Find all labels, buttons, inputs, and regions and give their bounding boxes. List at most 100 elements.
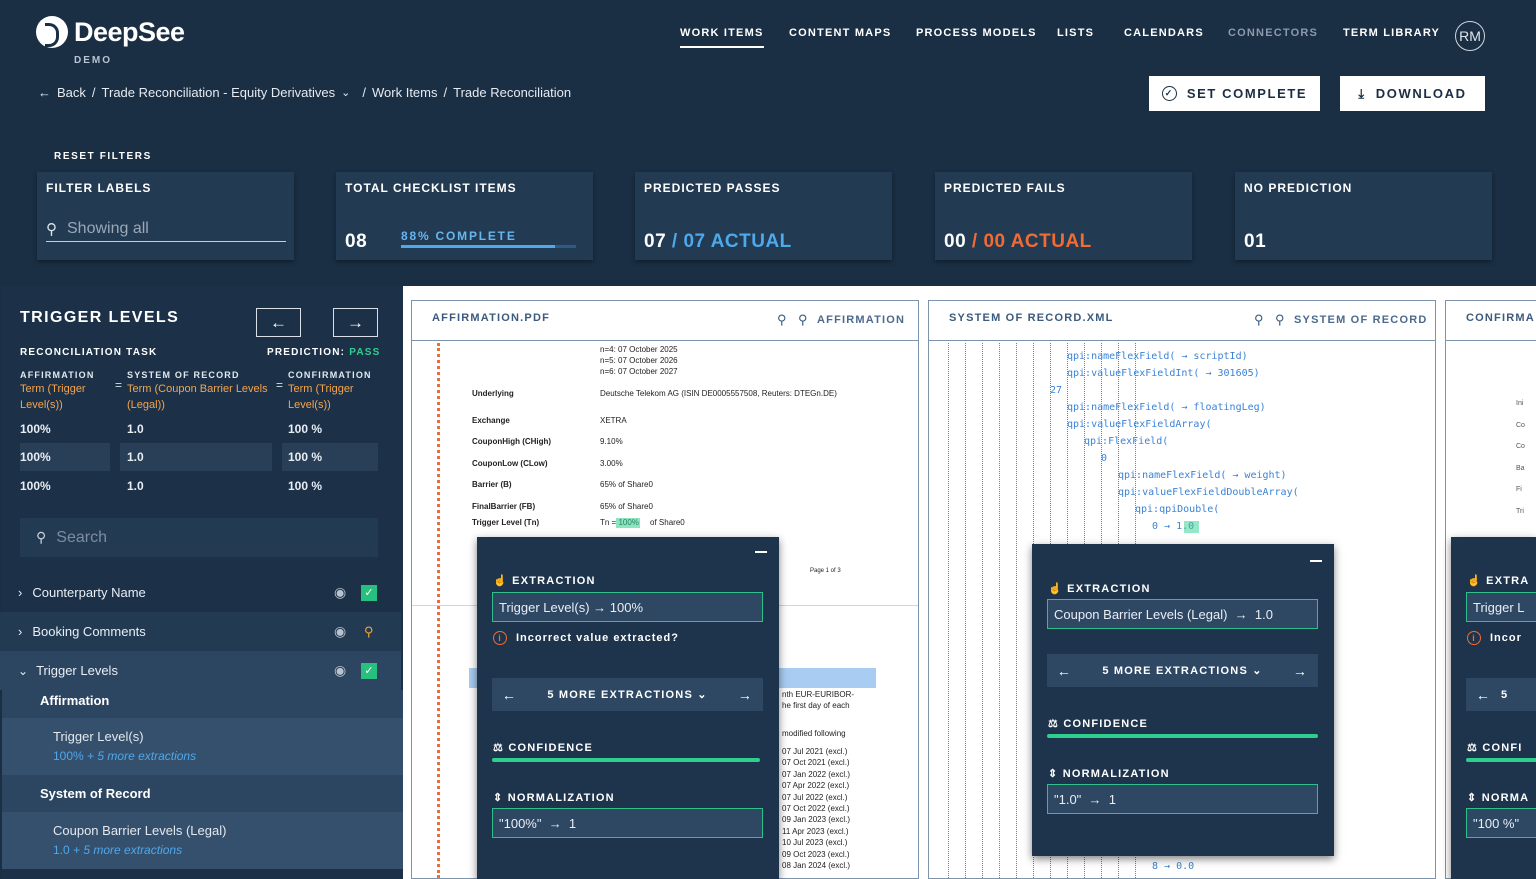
minimize-icon[interactable] xyxy=(755,551,767,553)
normalization-value-field[interactable]: "1.0" → 1 xyxy=(1047,784,1318,814)
scale-icon: ⚖ xyxy=(493,742,505,754)
next-item-button[interactable]: → xyxy=(333,308,378,337)
user-avatar[interactable]: RM xyxy=(1455,21,1485,51)
filter-labels-title: FILTER LABELS xyxy=(46,181,152,195)
reset-filters-link[interactable]: RESET FILTERS xyxy=(54,151,152,162)
nav-term-library[interactable]: TERM LIBRARY xyxy=(1343,27,1440,39)
euribor-text: nth EUR-EURIBOR- he first day of each xyxy=(782,689,854,711)
arrow-right-icon: → xyxy=(347,312,364,332)
set-complete-button[interactable]: ✓ SET COMPLETE xyxy=(1149,76,1320,111)
hand-icon: ☝ xyxy=(1048,583,1063,595)
indent-guide-line xyxy=(982,343,983,878)
checkbox-checked-icon[interactable]: ✓ xyxy=(361,662,377,679)
more-extractions-label[interactable]: 5 xyxy=(1501,689,1508,701)
predicted-fails-card[interactable]: PREDICTED FAILS 00 / 00 ACTUAL xyxy=(935,172,1192,260)
arrow-right-icon[interactable]: → xyxy=(728,687,763,703)
normalization-value-field[interactable]: "100%" → 1 xyxy=(492,808,763,838)
arrow-left-icon[interactable]: ← xyxy=(1047,663,1082,679)
scale-icon: ⚖ xyxy=(1048,718,1060,730)
more-extractions-toggle[interactable]: 5 MORE EXTRACTIONS ⌄ xyxy=(1082,664,1283,677)
breadcrumb-project[interactable]: Trade Reconciliation - Equity Derivative… xyxy=(102,85,336,100)
extraction-value-field[interactable]: Trigger Level(s) → 100% xyxy=(492,592,763,622)
system-of-record-file-name: SYSTEM OF RECORD.XML xyxy=(949,312,1114,324)
eye-icon[interactable]: ◉ xyxy=(334,662,346,679)
arrow-right-icon[interactable]: → xyxy=(1283,663,1318,679)
cell-value: 100% xyxy=(20,479,51,493)
doc-field-value: XETRA xyxy=(600,416,627,425)
chevron-down-icon[interactable]: ⌄ xyxy=(341,86,350,99)
extraction-highlight[interactable] xyxy=(616,518,640,528)
predicted-passes-card[interactable]: PREDICTED PASSES 07 / 07 ACTUAL xyxy=(635,172,892,260)
arrow-left-icon[interactable]: ← xyxy=(492,687,527,703)
nav-work-items[interactable]: WORK ITEMS xyxy=(680,27,764,48)
zoom-out-icon[interactable]: ⚲ xyxy=(1254,312,1264,328)
list-item-booking-comments[interactable]: › Booking Comments ◉ ⚲ xyxy=(0,612,401,651)
sidebar-search-input[interactable]: ⚲ Search xyxy=(20,518,378,557)
nav-lists[interactable]: LISTS xyxy=(1057,27,1094,39)
zoom-in-icon[interactable]: ⚲ xyxy=(798,312,808,328)
more-extractions-toggle[interactable]: 5 MORE EXTRACTIONS ⌄ xyxy=(527,688,728,701)
confidence-bar xyxy=(492,758,760,762)
subsection-heading: System of Record xyxy=(40,786,151,801)
nav-content-maps[interactable]: CONTENT MAPS xyxy=(789,27,891,39)
column-system-of-record-head: SYSTEM OF RECORD xyxy=(127,370,240,380)
download-button[interactable]: ⤓ DOWNLOAD xyxy=(1340,76,1485,111)
incorrect-value-link[interactable]: i Incor xyxy=(1467,631,1522,645)
minimize-icon[interactable] xyxy=(1310,560,1322,562)
eye-icon[interactable]: ◉ xyxy=(334,584,346,601)
eye-icon[interactable]: ◉ xyxy=(334,623,346,640)
extraction-entry-affirmation[interactable]: Trigger Level(s) 100% + 5 more extractio… xyxy=(2,718,403,775)
more-extractions-text: + 5 more extractions xyxy=(87,749,197,763)
affirmation-file-name: AFFIRMATION.PDF xyxy=(432,312,551,324)
arrows-vertical-icon: ⇕ xyxy=(1048,768,1059,780)
extraction-value-line: 100% + 5 more extractions xyxy=(53,749,196,763)
affirmation-pane-header: AFFIRMATION.PDF ⚲ ⚲ AFFIRMATION xyxy=(412,301,918,341)
completion-progress-fill xyxy=(401,245,555,248)
previous-item-button[interactable]: ← xyxy=(256,308,301,337)
doc-date-line: 07 Jul 2021 (excl.) xyxy=(782,747,848,756)
code-line: 27 xyxy=(1050,385,1063,396)
brand-logo[interactable]: DeepSee xyxy=(36,16,185,48)
doc-field-value: 3.00% xyxy=(600,459,623,468)
normalization-value-field[interactable]: "100 %" xyxy=(1466,808,1536,838)
list-item-counterparty-name[interactable]: › Counterparty Name ◉ ✓ xyxy=(0,573,401,612)
zoom-out-icon[interactable]: ⚲ xyxy=(777,312,787,328)
code-line: 0 xyxy=(1101,453,1108,464)
total-checklist-card[interactable]: TOTAL CHECKLIST ITEMS 08 88% COMPLETE xyxy=(336,172,593,260)
list-item-trigger-levels[interactable]: ⌄ Trigger Levels ◉ ✓ xyxy=(0,651,401,690)
more-extractions-label: 5 MORE EXTRACTIONS xyxy=(547,689,693,701)
cell-value: 100 % xyxy=(288,450,323,464)
system-of-record-pane-label: SYSTEM OF RECORD xyxy=(1294,314,1428,326)
doc-line: Co xyxy=(1516,443,1525,450)
arrow-left-icon[interactable]: ← xyxy=(1466,687,1501,703)
zoom-in-icon[interactable]: ⚲ xyxy=(1275,312,1285,328)
extraction-value: 100% xyxy=(53,749,84,763)
more-extractions-bar: ← 5 MORE EXTRACTIONS ⌄ → xyxy=(1047,654,1318,687)
doc-date-line: 07 Apr 2022 (excl.) xyxy=(782,781,850,791)
nav-calendars[interactable]: CALENDARS xyxy=(1124,27,1204,39)
extraction-value-field[interactable]: Trigger L xyxy=(1466,592,1536,622)
breadcrumb-back[interactable]: Back xyxy=(57,85,86,100)
doc-line: Fi xyxy=(1516,486,1522,493)
code-line: qpi:qpiDouble( xyxy=(1135,504,1220,515)
code-line: qpi:nameFlexField( → scriptId) xyxy=(1067,351,1248,362)
list-item-label: Trigger Levels xyxy=(36,663,118,678)
no-prediction-card[interactable]: NO PREDICTION 01 xyxy=(1235,172,1492,260)
extraction-entry-system-of-record[interactable]: Coupon Barrier Levels (Legal) 1.0 + 5 mo… xyxy=(2,812,403,869)
checkbox-checked-icon[interactable]: ✓ xyxy=(361,584,377,601)
nav-process-models[interactable]: PROCESS MODELS xyxy=(916,27,1037,39)
breadcrumb-separator: / xyxy=(362,85,366,100)
filter-labels-input[interactable]: ⚲ Showing all xyxy=(46,216,286,242)
extraction-value-field[interactable]: Coupon Barrier Levels (Legal) → 1.0 xyxy=(1047,599,1318,629)
system-value-cell: 1.0 xyxy=(127,472,272,500)
breadcrumb-work-items[interactable]: Work Items xyxy=(372,85,438,100)
chevron-right-icon: › xyxy=(18,585,23,600)
confidence-heading: ⚖ CONFI xyxy=(1467,741,1523,754)
incorrect-value-link[interactable]: i Incorrect value extracted? xyxy=(493,631,679,645)
nav-connectors[interactable]: CONNECTORS xyxy=(1228,27,1318,39)
extraction-highlight[interactable] xyxy=(1184,521,1199,533)
doc-line: Tri xyxy=(1516,507,1524,515)
code-line: 8 → 0.0 xyxy=(1152,861,1195,872)
more-extractions-bar: ← 5 xyxy=(1466,678,1536,711)
brand-subtitle: DEMO xyxy=(74,55,112,66)
